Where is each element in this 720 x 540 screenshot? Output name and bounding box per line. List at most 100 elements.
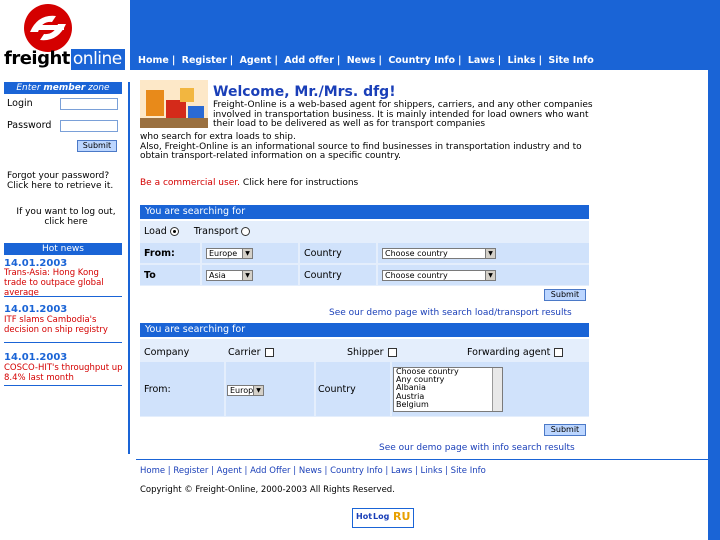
- country-from-select[interactable]: Choose country ▼: [382, 248, 496, 259]
- footer-link-add-offer[interactable]: Add Offer: [250, 466, 290, 476]
- nav-news[interactable]: News: [347, 55, 376, 66]
- nav-home[interactable]: Home: [138, 55, 169, 66]
- country-label-cell: Country: [316, 362, 390, 416]
- chevron-down-icon: ▼: [242, 249, 252, 258]
- top-nav: Home | Register | Agent | Add offer | News | …: [130, 50, 720, 70]
- to-label: To: [144, 270, 156, 281]
- news-date: 14.01.2003: [4, 352, 68, 363]
- forgot-password-link[interactable]: Forgot your password? Click here to retr…: [7, 171, 125, 191]
- from-region-select[interactable]: Europe ▼: [206, 248, 253, 259]
- logout-link[interactable]: If you want to log out, click here: [7, 207, 125, 227]
- password-input[interactable]: [60, 120, 118, 132]
- hotlog-counter-badge[interactable]: Hot Log RU: [352, 508, 414, 528]
- company-region-select[interactable]: Europe ▼: [227, 385, 264, 396]
- nav-laws[interactable]: Laws: [468, 55, 495, 66]
- from-region-cell: Europe ▼: [226, 362, 314, 416]
- footer-link-home[interactable]: Home: [140, 466, 165, 476]
- country-label: Country: [304, 270, 342, 281]
- demo-search-link[interactable]: See our demo page with search load/trans…: [329, 308, 572, 318]
- to-cell: To: [140, 265, 200, 285]
- left-column-divider: [128, 82, 130, 454]
- search-load-submit-button[interactable]: Submit: [544, 289, 586, 301]
- welcome-title: Welcome, Mr./Mrs. dfg!: [213, 84, 396, 100]
- company-type-row: Company Carrier Shipper Forwarding agent: [140, 341, 589, 359]
- badge-text: Log: [373, 512, 390, 521]
- intro-text: Freight-Online is a web-based agent for …: [213, 100, 593, 130]
- to-region-cell: Asia ▼: [202, 265, 298, 285]
- hot-news-heading: Hot news: [4, 243, 122, 255]
- password-label: Password: [7, 120, 52, 131]
- listbox-scrollbar[interactable]: [492, 368, 502, 411]
- footer-link-news[interactable]: News: [299, 466, 322, 476]
- nav-country-info[interactable]: Country Info: [388, 55, 455, 66]
- footer-link-register[interactable]: Register: [173, 466, 208, 476]
- forwarding-option: Forwarding agent: [467, 347, 564, 358]
- country-label: Country: [304, 248, 342, 259]
- from-label: From:: [144, 248, 175, 259]
- shipper-checkbox[interactable]: [387, 348, 397, 357]
- news-date: 14.01.2003: [4, 304, 68, 315]
- cargo-icon: [140, 80, 208, 128]
- news-divider: [4, 296, 122, 297]
- from-region-cell: Europe ▼: [202, 243, 298, 263]
- commercial-user-line: Be a commercial user. Click here for ins…: [140, 178, 358, 188]
- chevron-down-icon: ▼: [242, 271, 252, 280]
- badge-text: Hot: [356, 512, 373, 521]
- login-submit-button[interactable]: Submit: [77, 140, 117, 152]
- search-company-submit-button[interactable]: Submit: [544, 424, 586, 436]
- footer-link-country-info[interactable]: Country Info: [330, 466, 383, 476]
- country-to-select[interactable]: Choose country ▼: [382, 270, 496, 281]
- nav-agent[interactable]: Agent: [240, 55, 272, 66]
- news-item-link[interactable]: COSCO-HIT's throughput up 8.4% last mont…: [4, 363, 124, 383]
- search-company-panel: Company Carrier Shipper Forwarding agent…: [140, 339, 589, 417]
- load-radio[interactable]: [169, 227, 179, 236]
- badge-text: RU: [393, 510, 411, 523]
- intro-text-continued: who search for extra loads to ship. Also…: [140, 132, 590, 162]
- load-radio-group: Load Transport: [144, 226, 251, 237]
- country-label-cell: Country: [300, 243, 376, 263]
- commercial-user-link[interactable]: Be a commercial user.: [140, 178, 240, 188]
- news-divider: [4, 385, 122, 386]
- login-label: Login: [7, 98, 33, 109]
- load-label: Load: [144, 226, 167, 237]
- transport-label: Transport: [193, 226, 239, 237]
- country-from-cell: Choose country ▼: [378, 243, 589, 263]
- transport-radio[interactable]: [241, 227, 251, 236]
- footer-link-links[interactable]: Links: [421, 466, 443, 476]
- news-divider: [4, 342, 122, 343]
- nav-add-offer[interactable]: Add offer: [284, 55, 334, 66]
- company-label: Company: [144, 347, 190, 358]
- news-item-link[interactable]: Trans-Asia: Hong Kong trade to outpace g…: [4, 268, 124, 298]
- from-cell: From:: [140, 243, 200, 263]
- demo-info-link[interactable]: See our demo page with info search resul…: [379, 443, 575, 453]
- to-region-select[interactable]: Asia ▼: [206, 270, 253, 281]
- footer-nav: Home | Register | Agent | Add Offer | Ne…: [140, 466, 486, 476]
- footer-link-agent[interactable]: Agent: [217, 466, 242, 476]
- carrier-checkbox[interactable]: [264, 348, 274, 357]
- country-listbox[interactable]: Choose country Any country Albania Austr…: [393, 367, 503, 412]
- listbox-option[interactable]: Belgium: [394, 400, 502, 409]
- search-company-heading: You are searching for: [140, 323, 589, 337]
- instructions-link[interactable]: Click here for instructions: [240, 178, 358, 188]
- nav-site-info[interactable]: Site Info: [548, 55, 593, 66]
- footer-link-site-info[interactable]: Site Info: [451, 466, 486, 476]
- carrier-option: Carrier: [228, 347, 274, 358]
- country-label-cell: Country: [300, 265, 376, 285]
- forwarding-checkbox[interactable]: [554, 348, 564, 357]
- header-banner: [130, 0, 720, 50]
- chevron-down-icon: ▼: [485, 249, 495, 258]
- chevron-down-icon: ▼: [485, 271, 495, 280]
- search-load-heading: You are searching for: [140, 205, 589, 219]
- logo-icon: [24, 4, 72, 52]
- news-item-link[interactable]: ITF slams Cambodia's decision on ship re…: [4, 315, 124, 335]
- footer-divider: [136, 459, 708, 460]
- login-input[interactable]: [60, 98, 118, 110]
- nav-links[interactable]: Links: [508, 55, 536, 66]
- right-border: [708, 70, 720, 540]
- chevron-down-icon: ▼: [253, 386, 263, 395]
- copyright-text: Copyright © Freight-Online, 2000-2003 Al…: [140, 485, 395, 495]
- nav-register[interactable]: Register: [182, 55, 227, 66]
- footer-link-laws[interactable]: Laws: [391, 466, 412, 476]
- welcome-image: [140, 80, 208, 128]
- country-label: Country: [318, 384, 356, 395]
